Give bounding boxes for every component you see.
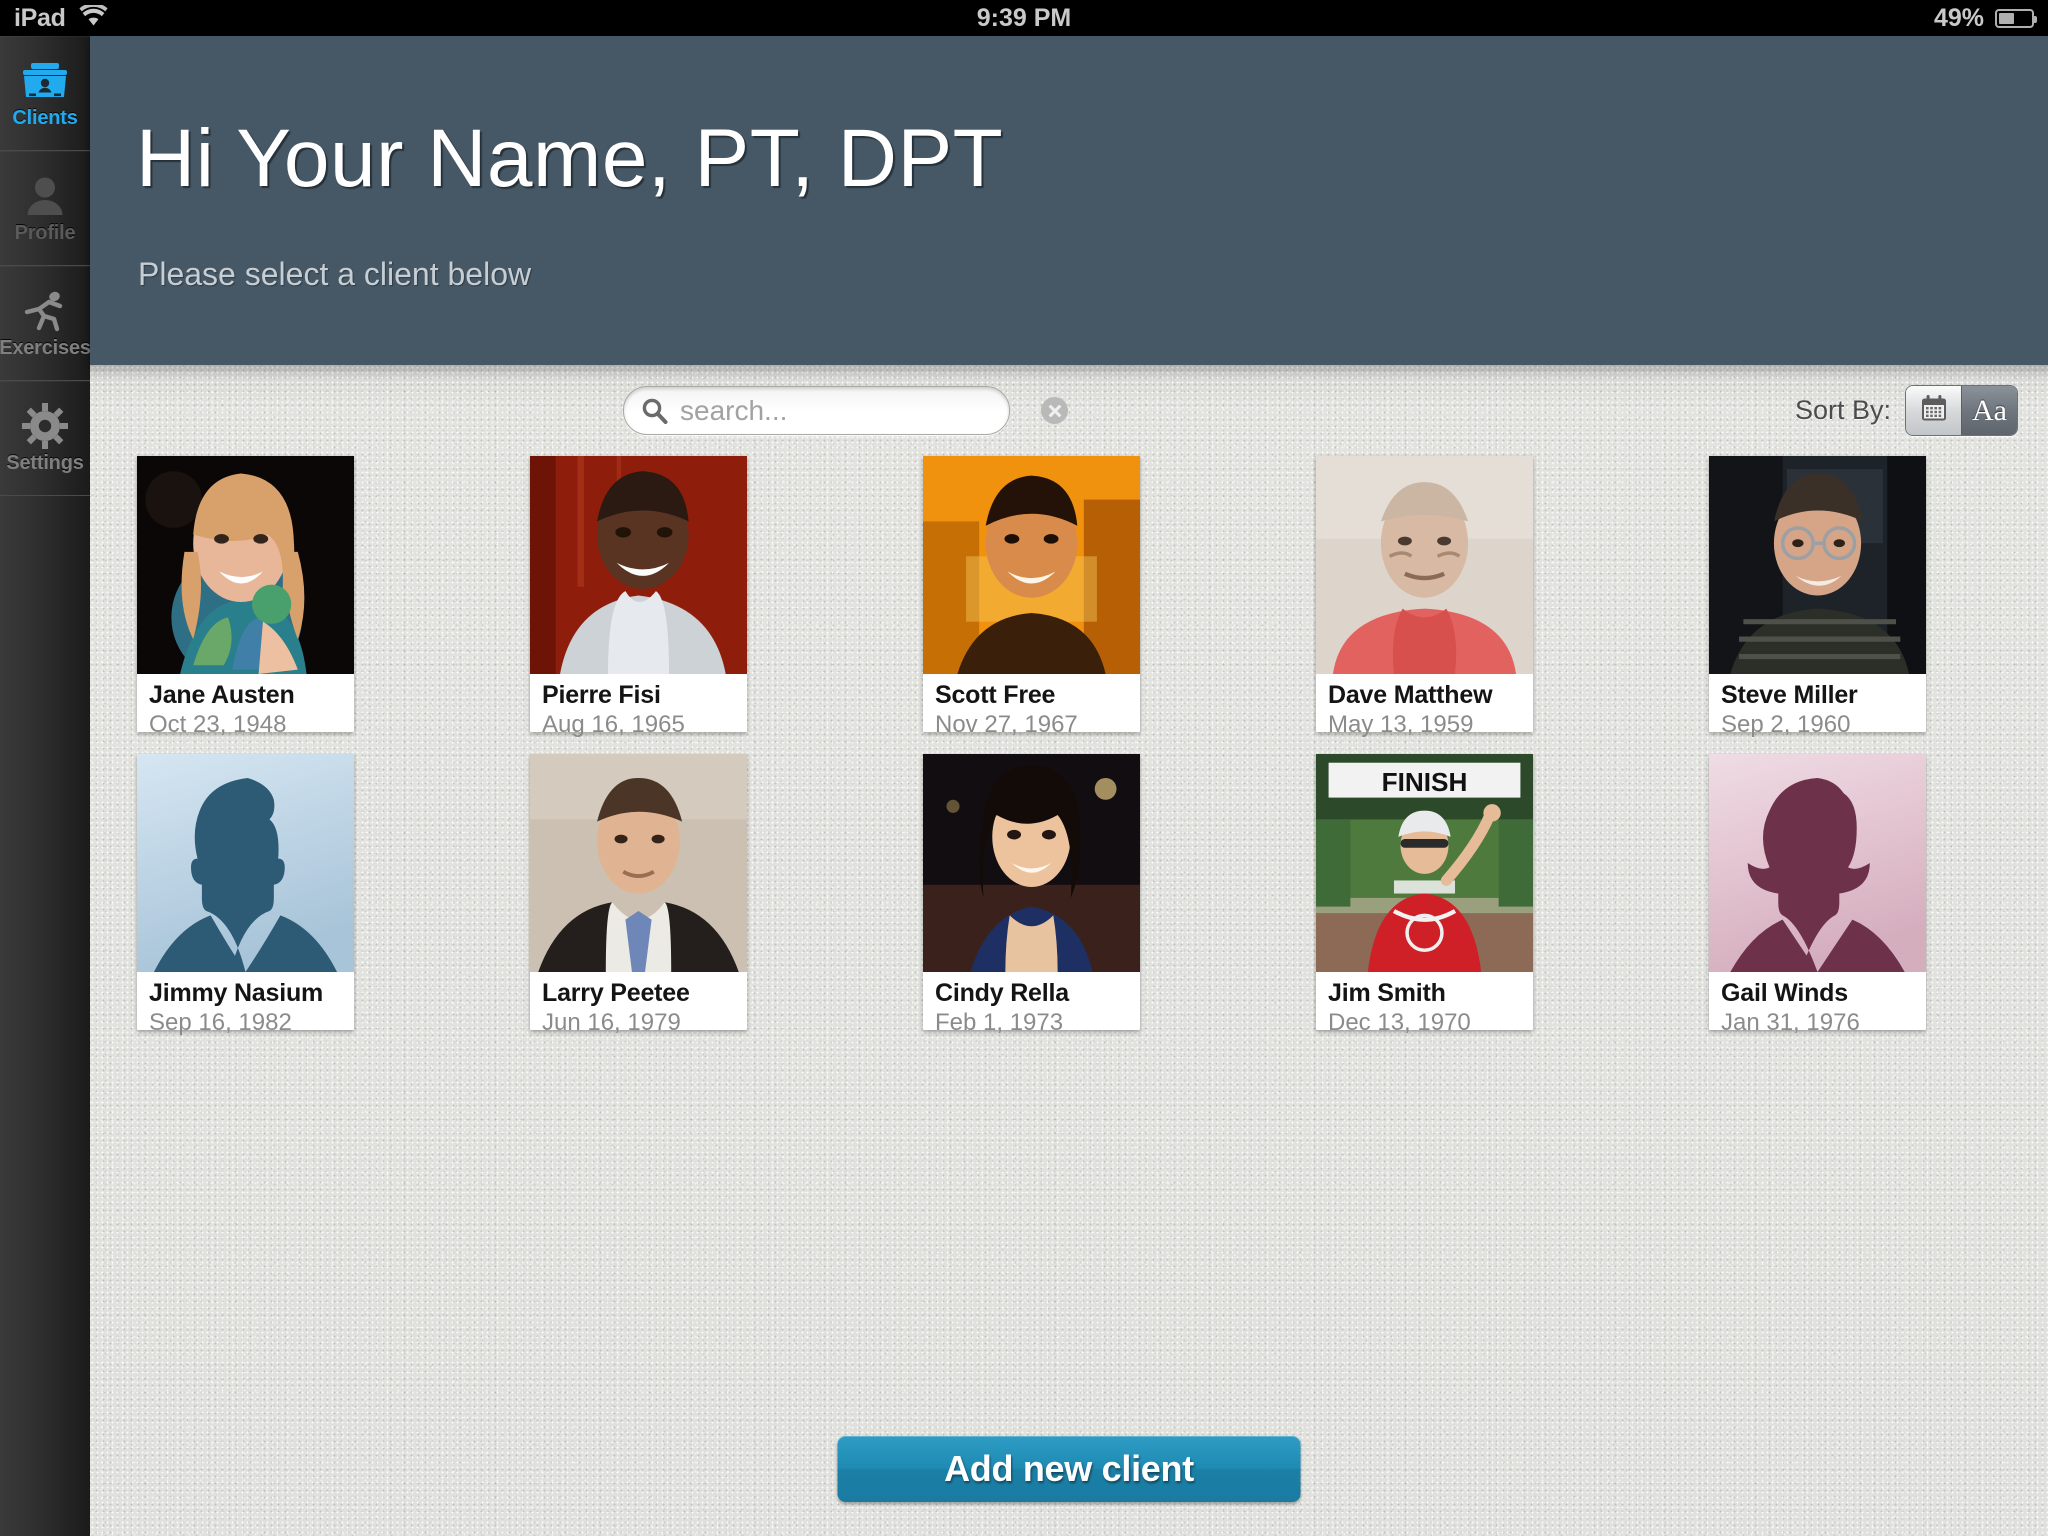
client-meta: Steve Miller Sep 2, 1960 <box>1709 674 1926 737</box>
client-dob: May 13, 1959 <box>1328 710 1474 738</box>
placeholder-female-silhouette <box>1709 754 1926 972</box>
sort-segmented-control[interactable]: Aa <box>1905 385 2018 436</box>
calendar-icon <box>1919 394 1949 428</box>
client-photo <box>1709 754 1926 972</box>
sidebar-item-label-exercises: Exercises <box>0 336 91 359</box>
client-dob: Feb 1, 1973 <box>935 1008 1064 1036</box>
client-name: Jimmy Nasium <box>149 979 324 1007</box>
battery-percent: 49% <box>1933 4 1984 32</box>
person-icon <box>23 172 67 220</box>
status-bar-right: 49% <box>1933 0 2037 36</box>
client-card[interactable]: Pierre Fisi Aug 16, 1965 <box>530 456 747 738</box>
client-card[interactable]: Steve Miller Sep 2, 1960 <box>1709 456 1926 738</box>
client-name: Jane Austen <box>149 681 295 709</box>
page-title: Hi Your Name, PT, DPT <box>136 113 1004 204</box>
client-card[interactable]: Dave Matthew May 13, 1959 <box>1316 456 1533 738</box>
client-card[interactable]: Cindy Rella Feb 1, 1973 <box>923 754 1140 1036</box>
sort-by-control: Sort By: Aa <box>1795 385 2018 436</box>
sidebar-item-label-settings: Settings <box>6 451 84 474</box>
sidebar-item-label-clients: Clients <box>12 106 78 129</box>
client-photo <box>1709 456 1926 674</box>
client-meta: Pierre Fisi Aug 16, 1965 <box>530 674 747 737</box>
client-meta: Jim Smith Dec 13, 1970 <box>1316 972 1533 1035</box>
search-input[interactable] <box>680 394 1041 427</box>
client-meta: Larry Peetee Jun 16, 1979 <box>530 972 747 1035</box>
client-card[interactable]: Gail Winds Jan 31, 1976 <box>1709 754 1926 1036</box>
client-dob: Sep 2, 1960 <box>1721 710 1851 738</box>
client-name: Pierre Fisi <box>542 681 661 709</box>
client-meta: Dave Matthew May 13, 1959 <box>1316 674 1533 737</box>
client-dob: Aug 16, 1965 <box>542 710 685 738</box>
sidebar-nav: Clients Profile Exercises Settings <box>0 36 91 1536</box>
client-name: Dave Matthew <box>1328 681 1493 709</box>
add-new-client-button[interactable]: Add new client <box>837 1436 1301 1502</box>
client-photo <box>530 456 747 674</box>
client-name: Scott Free <box>935 681 1056 709</box>
client-meta: Jimmy Nasium Sep 16, 1982 <box>137 972 354 1035</box>
client-photo <box>530 754 747 972</box>
client-dob: Jun 16, 1979 <box>542 1008 681 1036</box>
clock: 9:39 PM <box>976 4 1072 32</box>
sidebar-item-settings[interactable]: Settings <box>0 381 90 496</box>
client-dob: Oct 23, 1948 <box>149 710 287 738</box>
client-photo <box>923 754 1140 972</box>
sort-by-name-button[interactable]: Aa <box>1961 386 2017 435</box>
client-card[interactable]: FINISH Jim Smith Dec 13, 1970 <box>1316 754 1533 1036</box>
clients-page: Sort By: <box>90 365 2048 1536</box>
sidebar-item-profile[interactable]: Profile <box>0 151 90 266</box>
sidebar-item-label-profile: Profile <box>14 221 76 244</box>
page-header: Hi Your Name, PT, DPT Please select a cl… <box>90 36 2048 365</box>
client-name: Jim Smith <box>1328 979 1446 1007</box>
sort-by-name-label: Aa <box>1972 393 2007 427</box>
client-name: Larry Peetee <box>542 979 690 1007</box>
gear-icon <box>22 402 68 450</box>
running-person-icon <box>19 287 71 335</box>
clients-case-icon <box>19 57 71 105</box>
clear-search-icon[interactable] <box>1041 397 1068 424</box>
client-dob: Nov 27, 1967 <box>935 710 1078 738</box>
client-name: Steve Miller <box>1721 681 1858 709</box>
sort-by-date-button[interactable] <box>1906 386 1961 435</box>
client-dob: Dec 13, 1970 <box>1328 1008 1471 1036</box>
client-meta: Scott Free Nov 27, 1967 <box>923 674 1140 737</box>
placeholder-male-silhouette <box>137 754 354 972</box>
page-subtitle: Please select a client below <box>138 256 532 292</box>
client-photo <box>137 456 354 674</box>
client-photo <box>137 754 354 972</box>
client-dob: Sep 16, 1982 <box>149 1008 292 1036</box>
client-meta: Gail Winds Jan 31, 1976 <box>1709 972 1926 1035</box>
client-dob: Jan 31, 1976 <box>1721 1008 1860 1036</box>
client-photo <box>1316 456 1533 674</box>
client-card[interactable]: Jane Austen Oct 23, 1948 <box>137 456 354 738</box>
client-name: Cindy Rella <box>935 979 1069 1007</box>
search-field[interactable] <box>623 386 1068 435</box>
clients-grid: Jane Austen Oct 23, 1948 Pierre Fisi Aug… <box>137 456 2002 1036</box>
client-name: Gail Winds <box>1721 979 1848 1007</box>
sidebar-item-clients[interactable]: Clients <box>0 36 90 151</box>
client-card[interactable]: Jimmy Nasium Sep 16, 1982 <box>137 754 354 1036</box>
client-card[interactable]: Scott Free Nov 27, 1967 <box>923 456 1140 738</box>
svg-text:FINISH: FINISH <box>1382 767 1468 797</box>
search-icon <box>641 397 668 424</box>
client-photo: FINISH <box>1316 754 1533 972</box>
ipad-screen: iPad 9:39 PM 49% Clients Profile Exercis… <box>0 0 2048 1536</box>
client-photo <box>923 456 1140 674</box>
client-meta: Cindy Rella Feb 1, 1973 <box>923 972 1140 1035</box>
status-bar: iPad 9:39 PM 49% <box>0 0 2048 36</box>
sort-by-label: Sort By: <box>1794 395 1891 425</box>
sidebar-item-exercises[interactable]: Exercises <box>0 266 91 381</box>
battery-icon <box>1995 8 2037 28</box>
client-meta: Jane Austen Oct 23, 1948 <box>137 674 354 737</box>
client-card[interactable]: Larry Peetee Jun 16, 1979 <box>530 754 747 1036</box>
